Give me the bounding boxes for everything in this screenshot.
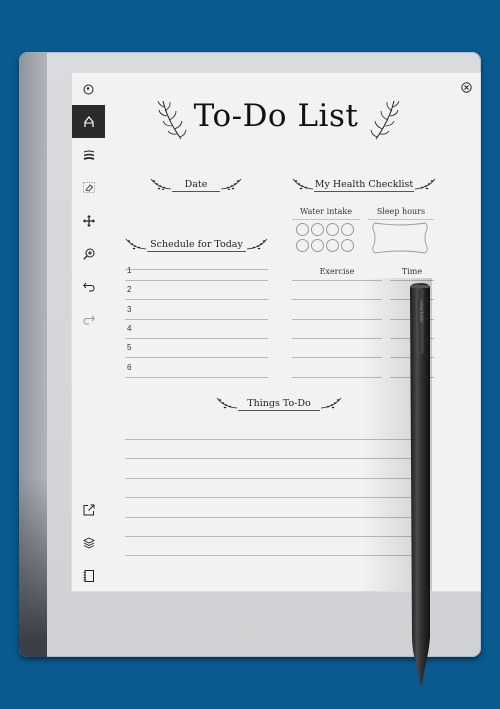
exercise-label: Exercise <box>319 267 355 276</box>
schedule-row-number: 3 <box>127 304 132 314</box>
stylus-brand: reMarkable <box>419 300 424 323</box>
water-cup-checkbox[interactable] <box>311 239 324 252</box>
time-label: Time <box>401 267 423 276</box>
sleep-rule <box>368 219 434 220</box>
device-grip-shade <box>19 477 47 657</box>
header-rule <box>172 191 220 192</box>
schedule-row-line[interactable] <box>125 318 268 320</box>
laurel-left-icon <box>150 178 172 190</box>
line-width-button[interactable] <box>72 139 105 172</box>
water-cup-checkbox[interactable] <box>341 223 354 236</box>
water-cup-checkbox[interactable] <box>311 223 324 236</box>
redo-button[interactable] <box>72 303 105 336</box>
share-button[interactable] <box>72 493 105 526</box>
toolbar <box>72 73 105 591</box>
water-cup-checkbox[interactable] <box>296 239 309 252</box>
eraser-button[interactable] <box>72 171 105 204</box>
laurel-right-icon <box>246 238 268 250</box>
close-icon <box>460 81 472 93</box>
zoom-button[interactable] <box>72 237 105 270</box>
water-rule <box>292 219 360 220</box>
header-rule <box>238 410 320 411</box>
page-overview-icon <box>83 569 94 582</box>
schedule-row-number: 4 <box>127 323 132 333</box>
water-cup-checkbox[interactable] <box>341 239 354 252</box>
schedule-header: Schedule for Today <box>125 238 268 252</box>
date-header-label: Date <box>184 179 208 190</box>
water-cup-checkbox[interactable] <box>296 223 309 236</box>
schedule-row-line[interactable] <box>125 357 268 359</box>
date-write-line[interactable] <box>125 269 268 270</box>
water-intake-label: Water intake <box>300 207 352 216</box>
layers-button[interactable] <box>72 526 105 559</box>
schedule-row-number: 1 <box>127 266 132 275</box>
schedule-row-number: 6 <box>127 362 132 372</box>
header-rule <box>147 251 246 252</box>
share-icon <box>83 504 94 515</box>
schedule-row-line[interactable] <box>125 337 268 339</box>
move-icon <box>82 214 95 227</box>
water-cup-checkbox[interactable] <box>326 239 339 252</box>
health-header-label: My Health Checklist <box>314 179 414 190</box>
move-button[interactable] <box>72 204 105 237</box>
health-checklist-header: My Health Checklist <box>292 178 436 192</box>
schedule-row-line[interactable] <box>125 376 268 378</box>
line-width-icon <box>83 150 94 160</box>
header-rule <box>314 191 414 192</box>
page-overview-button[interactable] <box>72 559 105 592</box>
laurel-left-icon <box>216 397 238 409</box>
laurel-right-icon <box>320 397 342 409</box>
undo-icon <box>82 282 95 291</box>
water-cup-checkbox[interactable] <box>326 223 339 236</box>
redo-icon <box>82 315 95 324</box>
layers-icon <box>82 536 95 549</box>
laurel-right-icon <box>220 178 242 190</box>
date-header: Date <box>150 178 242 192</box>
sleep-hours-box[interactable] <box>370 221 430 255</box>
laurel-left-icon <box>292 178 314 190</box>
undo-button[interactable] <box>72 270 105 303</box>
page-title: To-Do List <box>193 98 359 134</box>
sleep-hours-label: Sleep hours <box>376 207 426 216</box>
schedule-row-number: 2 <box>127 285 132 295</box>
menu-toggle-icon <box>83 84 94 95</box>
close-button[interactable] <box>459 80 473 94</box>
laurel-right-icon <box>414 178 436 190</box>
things-header-label: Things To-Do <box>247 398 311 409</box>
schedule-row-line[interactable] <box>125 299 268 301</box>
schedule-header-label: Schedule for Today <box>150 239 243 250</box>
right-laurel-decoration <box>370 100 400 140</box>
schedule-row-number: 5 <box>127 343 132 353</box>
eraser-icon <box>82 182 95 193</box>
stylus-pen[interactable]: reMarkable <box>408 282 434 687</box>
laurel-left-icon <box>125 238 147 250</box>
schedule-row-line[interactable] <box>125 280 268 281</box>
things-todo-header: Things To-Do <box>216 397 342 411</box>
zoom-icon <box>82 248 94 260</box>
